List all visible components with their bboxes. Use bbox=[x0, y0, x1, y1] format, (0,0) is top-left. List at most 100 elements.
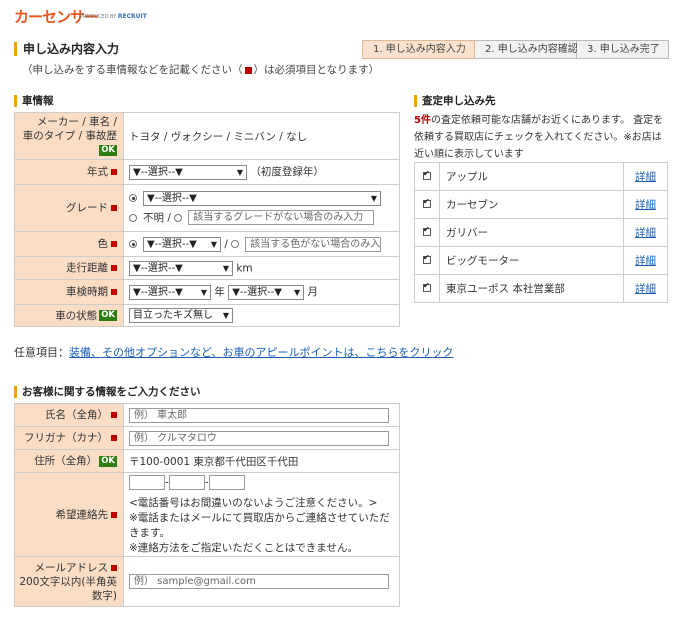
appeal-points-link[interactable]: 装備、その他オプションなど、お車のアピールポイントは、こちらをクリック bbox=[69, 346, 453, 359]
dropdown-arrow-icon: ▼ bbox=[210, 239, 217, 249]
inspection-label: 車検時期 bbox=[14, 279, 124, 305]
shop-row: ビッグモーター 詳細 bbox=[414, 246, 668, 275]
kana-label: フリガナ（カナ） bbox=[14, 426, 124, 450]
dropdown-arrow-icon: ▼ bbox=[222, 311, 229, 320]
color-label-text: 色 bbox=[97, 238, 109, 250]
contact-note-1: <電話番号はお間違いのないようご注意ください。> bbox=[129, 496, 378, 509]
shop-checkbox[interactable] bbox=[423, 169, 431, 180]
step-confirm: 2. 申し込み内容確認 bbox=[475, 40, 578, 59]
shop-row: ガリバー 詳細 bbox=[414, 218, 668, 247]
dropdown-arrow-icon: ▼ bbox=[370, 193, 377, 203]
condition-label: 車の状態 OK bbox=[14, 304, 124, 327]
dropdown-arrow-icon: ▼ bbox=[294, 287, 301, 297]
shops-note: 5件の査定依頼可能な店舗がお近くにあります。 査定を依頼する買取店にチェックを入… bbox=[414, 112, 669, 163]
byline-prefix: PRODUCED BY bbox=[80, 14, 117, 20]
shop-name: ガリバー bbox=[439, 218, 624, 247]
mileage-label-text: 走行距離 bbox=[66, 262, 108, 274]
row-mileage: 走行距離 ▼--選択--▼ ▼ km bbox=[14, 256, 400, 280]
required-marker-icon bbox=[111, 205, 117, 211]
email-input[interactable]: 例） sample@gmail.com bbox=[129, 574, 389, 589]
color-radio-other[interactable] bbox=[231, 240, 240, 248]
phone-prefix-input[interactable] bbox=[168, 475, 205, 491]
year-label: 年式 bbox=[14, 159, 124, 185]
inspection-month-select[interactable]: ▼--選択--▼ ▼ bbox=[228, 284, 305, 300]
shop-checkbox[interactable] bbox=[423, 225, 431, 236]
grade-other-input[interactable]: 該当するグレードがない場合のみ入力 bbox=[188, 210, 375, 226]
inspection-year-value: ▼--選択--▼ bbox=[133, 286, 183, 298]
inspection-year-select[interactable]: ▼--選択--▼ ▼ bbox=[129, 284, 211, 300]
color-label: 色 bbox=[14, 231, 124, 257]
page-note: （申し込みをする車情報などを記載ください（ ）は必須項目となります） bbox=[22, 62, 379, 77]
required-marker-icon bbox=[111, 564, 117, 571]
email-label-line3: 数字) bbox=[91, 589, 117, 602]
color-other-input[interactable]: 該当する色がない場合のみ入力 bbox=[245, 236, 382, 252]
mileage-unit: km bbox=[236, 262, 253, 274]
shops-table: アップル 詳細 カーセブン 詳細 ガリバー 詳細 ビッグモーター 詳細 東京ユー… bbox=[414, 162, 668, 303]
grade-select-value: ▼--選択--▼ bbox=[147, 192, 197, 204]
required-marker-icon bbox=[244, 66, 252, 74]
shop-checkbox[interactable] bbox=[423, 197, 431, 208]
grade-radio-other[interactable] bbox=[174, 213, 183, 222]
address-value: 〒100-0001 東京都千代田区千代田 bbox=[123, 449, 400, 473]
required-marker-icon bbox=[111, 511, 117, 518]
color-select[interactable]: ▼--選択--▼ ▼ bbox=[143, 236, 221, 252]
row-maker: メーカー / 車名 / 車のタイプ / 事故歴 OK トヨタ / ヴォクシー /… bbox=[14, 112, 400, 160]
ok-badge: OK bbox=[99, 144, 117, 156]
color-radio-select[interactable] bbox=[129, 240, 137, 248]
shop-row: 東京ユーポス 本社営業部 詳細 bbox=[414, 274, 668, 303]
year-select[interactable]: ▼--選択--▼ ▼ bbox=[129, 164, 247, 180]
dropdown-arrow-icon: ▼ bbox=[222, 263, 229, 273]
condition-select[interactable]: 目立ったキズ無し ▼ bbox=[129, 308, 233, 323]
color-select-value: ▼--選択--▼ bbox=[147, 238, 197, 250]
row-name: 氏名（全角） 例） 車太郎 bbox=[14, 403, 400, 427]
shop-name: 東京ユーポス 本社営業部 bbox=[439, 274, 624, 303]
name-input[interactable]: 例） 車太郎 bbox=[129, 407, 389, 423]
shop-name: ビッグモーター bbox=[439, 246, 624, 275]
maker-value: トヨタ / ヴォクシー / ミニバン / なし bbox=[123, 112, 400, 160]
shop-name: カーセブン bbox=[439, 190, 624, 219]
phone-area-input[interactable] bbox=[129, 475, 165, 491]
shop-checkbox[interactable] bbox=[423, 253, 431, 264]
kana-input[interactable]: 例） クルマタロウ bbox=[129, 430, 389, 446]
shop-row: アップル 詳細 bbox=[414, 162, 668, 191]
maker-label-line2: 車のタイプ / 事故歴 bbox=[22, 130, 117, 142]
grade-radio-select[interactable] bbox=[129, 194, 137, 203]
mileage-select[interactable]: ▼--選択--▼ ▼ bbox=[129, 260, 233, 276]
maker-label-line1: メーカー / 車名 / bbox=[36, 116, 117, 128]
shop-row: カーセブン 詳細 bbox=[414, 190, 668, 219]
shop-detail-link[interactable]: 詳細 bbox=[635, 199, 656, 211]
inspection-month-value: ▼--選択--▼ bbox=[232, 286, 283, 298]
required-marker-icon bbox=[111, 241, 117, 247]
shop-detail-link[interactable]: 詳細 bbox=[635, 255, 656, 267]
maker-label: メーカー / 車名 / 車のタイプ / 事故歴 OK bbox=[14, 112, 124, 160]
condition-label-text: 車の状態 bbox=[55, 309, 98, 322]
year-select-value: ▼--選択--▼ bbox=[133, 166, 183, 178]
phone-line-input[interactable] bbox=[208, 475, 245, 491]
row-inspection: 車検時期 ▼--選択--▼ ▼ 年 ▼--選択--▼ ▼ 月 bbox=[14, 279, 400, 305]
email-label: メールアドレス 200文字以内(半角英 数字) bbox=[14, 556, 124, 607]
row-contact: 希望連絡先 -- <電話番号はお間違いのないようご注意ください。> ※電話または… bbox=[14, 472, 400, 557]
page-note-after: ）は必須項目となります） bbox=[253, 64, 380, 76]
dropdown-arrow-icon: ▼ bbox=[200, 287, 207, 297]
page-note-before: （申し込みをする車情報などを記載ください（ bbox=[22, 64, 243, 76]
inspection-month-unit: 月 bbox=[307, 286, 319, 299]
page-title: 申し込み内容入力 bbox=[14, 42, 119, 56]
mileage-label: 走行距離 bbox=[14, 256, 124, 280]
grade-select[interactable]: ▼--選択--▼ ▼ bbox=[143, 190, 381, 206]
shops-note-text: の査定依頼可能な店舗がお近くにあります。 査定を依頼する買取店にチェックを入れて… bbox=[414, 115, 664, 160]
progress-steps: 1. 申し込み内容入力 2. 申し込み内容確認 3. 申し込み完了 bbox=[362, 40, 669, 59]
car-section-title: 車情報 bbox=[14, 95, 54, 107]
grade-radio-unknown[interactable] bbox=[129, 213, 137, 222]
car-info-table: メーカー / 車名 / 車のタイプ / 事故歴 OK トヨタ / ヴォクシー /… bbox=[14, 112, 400, 327]
shop-detail-link[interactable]: 詳細 bbox=[635, 171, 656, 183]
address-label: 住所（全角） OK bbox=[14, 449, 124, 473]
required-marker-icon bbox=[111, 289, 117, 295]
contact-note-2: ※電話またはメールにて買取店からご連絡させていただきます。 bbox=[129, 511, 390, 539]
shop-checkbox[interactable] bbox=[423, 281, 431, 292]
optional-line: 任意項目：装備、その他オプションなど、お車のアピールポイントは、こちらをクリック bbox=[14, 344, 453, 360]
grade-unknown-label: 不明 / bbox=[143, 211, 171, 224]
shop-detail-link[interactable]: 詳細 bbox=[635, 283, 656, 295]
required-marker-icon bbox=[111, 412, 117, 418]
shop-detail-link[interactable]: 詳細 bbox=[635, 227, 656, 239]
color-slash: / bbox=[224, 238, 228, 250]
